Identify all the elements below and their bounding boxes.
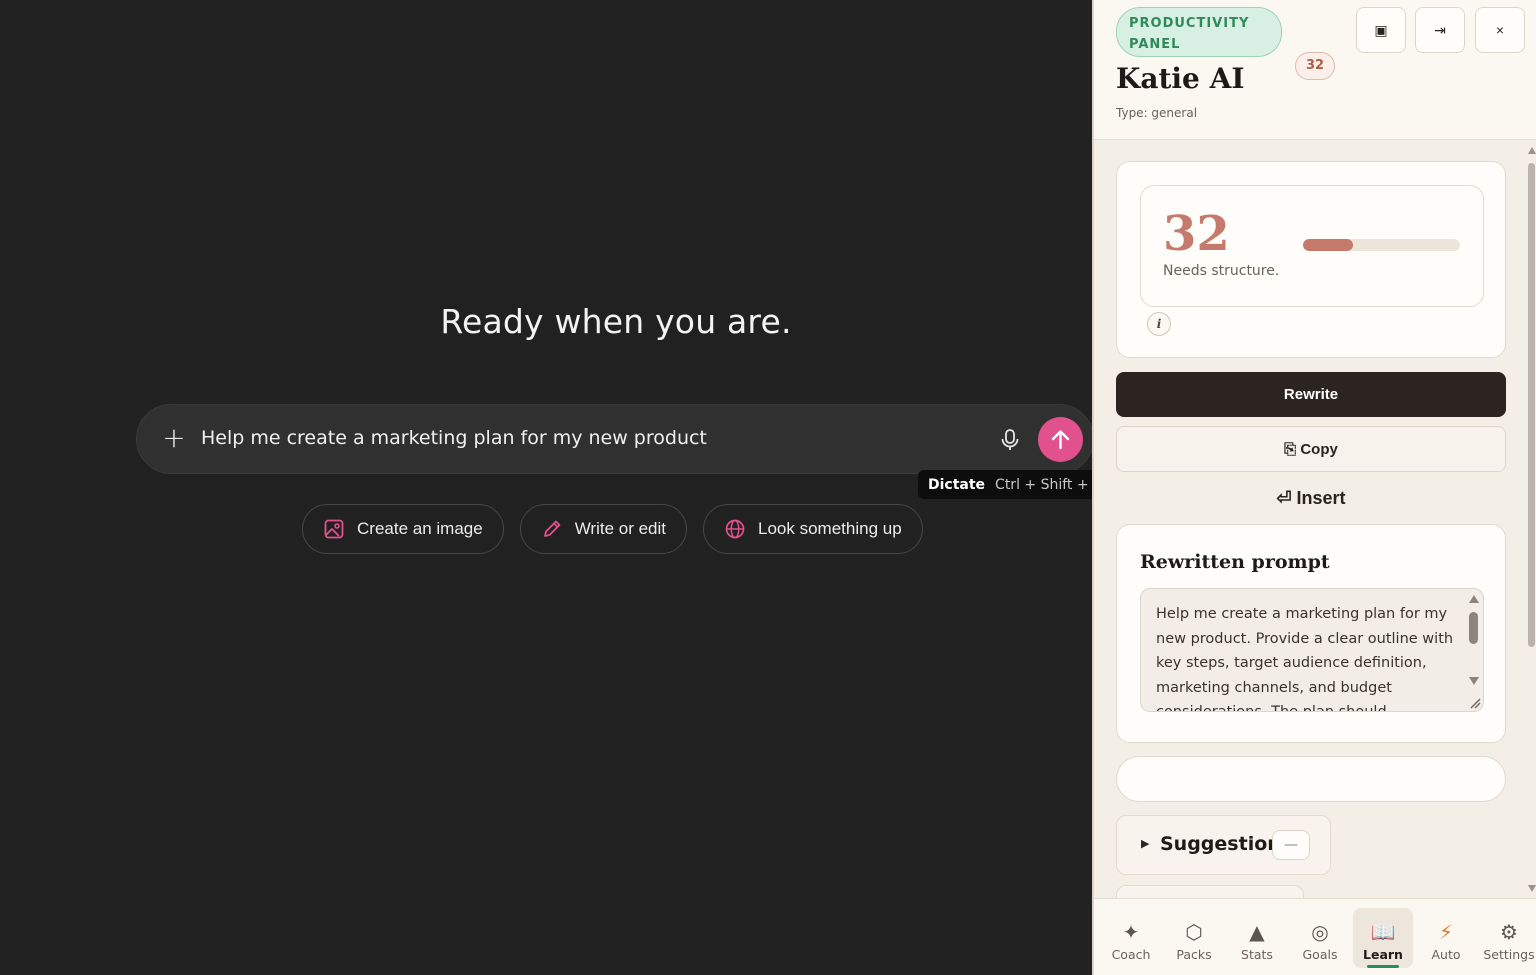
look-up-chip[interactable]: Look something up	[703, 504, 923, 554]
rewritten-prompt-text: Help me create a marketing plan for my n…	[1156, 606, 1454, 712]
tooltip-shortcut: Ctrl + Shift + D	[995, 476, 1104, 493]
rewritten-prompt-card: Rewritten prompt Help me create a market…	[1116, 524, 1506, 743]
nav-item-settings[interactable]: ⚙ Settings	[1479, 908, 1536, 968]
gear-icon: ⚙	[1500, 920, 1518, 944]
goals-icon: ◎	[1311, 920, 1329, 944]
image-icon	[324, 519, 344, 539]
pencil-icon	[543, 520, 561, 537]
chat-headline: Ready when you are.	[440, 302, 792, 341]
nav-item-packs[interactable]: ⬡ Packs	[1164, 908, 1224, 968]
globe-icon	[725, 519, 745, 539]
panel-header: PRODUCTIVITY PANEL Katie AI 32 Type: gen…	[1094, 0, 1536, 140]
stats-icon: ▲	[1249, 920, 1265, 944]
dock-button[interactable]: ▣	[1356, 7, 1406, 53]
packs-icon: ⬡	[1185, 920, 1203, 944]
app-window: Ready when you are. + Help me create a m…	[0, 0, 1536, 975]
scroll-down-arrow[interactable]	[1528, 885, 1536, 892]
dictate-tooltip: Dictate Ctrl + Shift + D	[918, 470, 1114, 499]
score-badge: 32	[1295, 52, 1335, 80]
coach-icon: ✦	[1122, 920, 1140, 944]
score-summary: 32 Needs structure.	[1140, 185, 1484, 307]
info-icon[interactable]: i	[1147, 312, 1171, 336]
score-value: 32	[1163, 206, 1230, 262]
score-progress-fill	[1303, 239, 1354, 251]
chat-area: Ready when you are. + Help me create a m…	[0, 0, 1114, 975]
suggestions-toggle[interactable]: —	[1272, 830, 1310, 860]
prompt-input[interactable]: Help me create a marketing plan for my n…	[201, 427, 707, 449]
chip-label: Create an image	[357, 519, 483, 538]
scrollbar-thumb[interactable]	[1528, 163, 1535, 647]
type-label: Type: general	[1116, 106, 1198, 120]
empty-field-card[interactable]	[1116, 756, 1506, 802]
chip-label: Write or edit	[574, 519, 667, 538]
copy-button[interactable]: ⎘ Copy	[1116, 426, 1506, 472]
nav-item-goals[interactable]: ◎ Goals	[1290, 908, 1350, 968]
rewritten-prompt-textarea[interactable]: Help me create a marketing plan for my n…	[1140, 588, 1484, 712]
suggestion-chips: Create an image Write or edit Look somet…	[302, 504, 923, 554]
send-button[interactable]	[1038, 417, 1083, 462]
next-section-card	[1116, 885, 1304, 898]
nav-item-stats[interactable]: ▲ Stats	[1227, 908, 1287, 968]
rewrite-button[interactable]: Rewrite	[1116, 372, 1506, 417]
book-icon: 📖	[1370, 920, 1396, 944]
insert-button[interactable]: ⏎ Insert	[1116, 479, 1506, 517]
create-image-chip[interactable]: Create an image	[302, 504, 504, 554]
collapse-button[interactable]: ⇥	[1415, 7, 1465, 53]
tooltip-title: Dictate	[928, 476, 986, 493]
score-description: Needs structure.	[1163, 263, 1280, 279]
rewritten-prompt-title: Rewritten prompt	[1140, 551, 1330, 573]
nav-label: Settings	[1483, 947, 1535, 962]
lightning-icon: ⚡	[1438, 920, 1454, 944]
nav-item-learn[interactable]: 📖 Learn	[1353, 908, 1413, 968]
prompt-composer[interactable]: + Help me create a marketing plan for my…	[136, 404, 1094, 474]
add-attachment-button[interactable]: +	[159, 423, 189, 455]
microphone-icon[interactable]	[995, 425, 1025, 455]
panel-scrollbar[interactable]	[1526, 141, 1536, 898]
nav-item-coach[interactable]: ✦ Coach	[1101, 908, 1161, 968]
bottom-nav: ✦ Coach ⬡ Packs ▲ Stats ◎ Goals 📖 Learn	[1094, 898, 1536, 975]
panel-content[interactable]: 32 Needs structure. i Rewrite ⎘ Copy ⏎ I…	[1094, 141, 1536, 898]
score-progress-bar	[1303, 239, 1460, 251]
nav-item-auto[interactable]: ⚡ Auto	[1416, 908, 1476, 968]
write-edit-chip[interactable]: Write or edit	[519, 504, 688, 554]
suggestions-section[interactable]: ▶ Suggestions —	[1116, 815, 1331, 875]
panel-title: Katie AI	[1116, 62, 1245, 95]
resize-handle-icon[interactable]	[1469, 697, 1481, 709]
close-button[interactable]: ×	[1475, 7, 1525, 53]
expand-arrow-icon: ▶	[1141, 837, 1150, 850]
productivity-panel: PRODUCTIVITY PANEL Katie AI 32 Type: gen…	[1092, 0, 1536, 975]
active-indicator	[1367, 965, 1399, 968]
scroll-up-arrow[interactable]	[1528, 147, 1536, 154]
textarea-scroll-down[interactable]	[1469, 677, 1479, 685]
textarea-scroll-up[interactable]	[1469, 595, 1479, 603]
score-card: 32 Needs structure. i	[1116, 161, 1506, 358]
chip-label: Look something up	[758, 519, 902, 538]
panel-pill: PRODUCTIVITY PANEL	[1116, 7, 1282, 57]
textarea-scrollbar-thumb[interactable]	[1469, 612, 1478, 644]
